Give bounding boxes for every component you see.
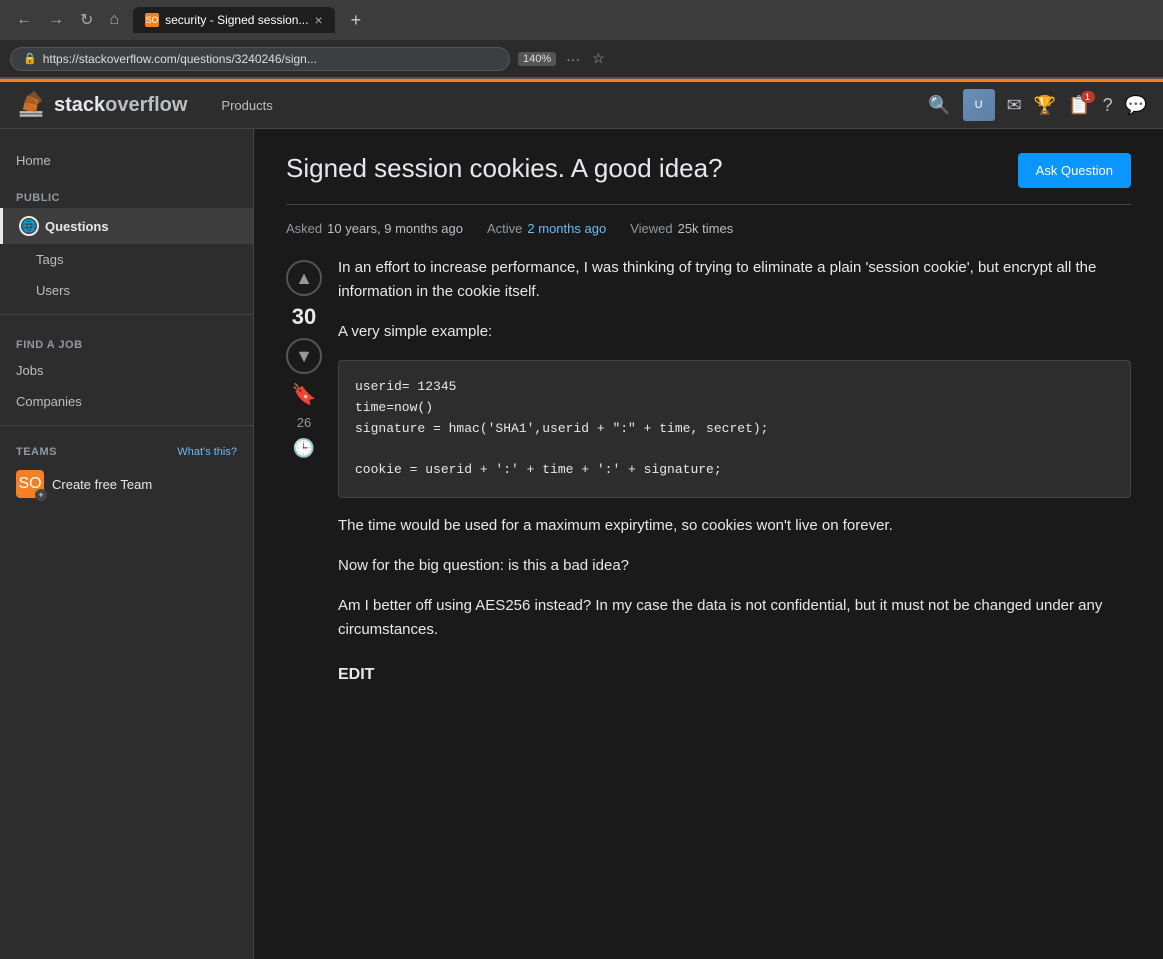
companies-label: Companies xyxy=(16,394,82,409)
inbox-icon[interactable]: ✉ xyxy=(1007,95,1022,116)
sidebar-item-companies[interactable]: Companies xyxy=(0,386,253,417)
question-meta: Asked 10 years, 9 months ago Active 2 mo… xyxy=(286,221,1131,236)
meta-asked: Asked 10 years, 9 months ago xyxy=(286,221,463,236)
viewed-label: Viewed xyxy=(630,221,672,236)
vote-controls: ▲ 30 ▼ 🔖 26 🕒 xyxy=(286,256,322,704)
so-header: stackoverflow Products 🔍 U ✉ 🏆 📋 1 ? 💬 xyxy=(0,79,1163,129)
forward-button[interactable]: → xyxy=(42,7,70,33)
body-paragraph-4: Now for the big question: is this a bad … xyxy=(338,554,1131,578)
address-text: https://stackoverflow.com/questions/3240… xyxy=(43,52,497,66)
create-team-text: Create free Team xyxy=(52,477,152,492)
public-section-label: PUBLIC xyxy=(0,176,253,208)
refresh-button[interactable]: ↻ xyxy=(74,6,99,34)
tags-label: Tags xyxy=(36,252,63,267)
tab-favicon: SO xyxy=(145,13,159,27)
browser-chrome: ← → ↻ ⌂ SO security - Signed session... … xyxy=(0,0,1163,79)
sidebar-item-questions[interactable]: 🌐 Questions xyxy=(0,208,253,244)
help-icon[interactable]: ? xyxy=(1103,95,1113,116)
active-value: 2 months ago xyxy=(527,221,606,236)
so-header-actions: 🔍 U ✉ 🏆 📋 1 ? 💬 xyxy=(928,89,1147,121)
active-label: Active xyxy=(487,221,522,236)
question-content: In an effort to increase performance, I … xyxy=(338,256,1131,704)
create-team-button[interactable]: SO + Create free Team xyxy=(16,466,152,502)
ask-question-button[interactable]: Ask Question xyxy=(1018,153,1131,188)
zoom-level: 140% xyxy=(518,52,556,66)
vote-count: 30 xyxy=(292,304,316,330)
address-bar[interactable]: 🔒 https://stackoverflow.com/questions/32… xyxy=(10,47,510,71)
toolbar-icons: ··· ☆ xyxy=(564,48,607,69)
security-icon: 🔒 xyxy=(23,52,37,65)
question-body: ▲ 30 ▼ 🔖 26 🕒 In an effort to increase p… xyxy=(286,256,1131,704)
questions-label: Questions xyxy=(45,219,109,234)
browser-titlebar: ← → ↻ ⌂ SO security - Signed session... … xyxy=(0,0,1163,40)
so-sidebar: Home PUBLIC 🌐 Questions Tags Users FIND … xyxy=(0,129,254,959)
sidebar-divider-2 xyxy=(0,425,253,426)
create-team-badge: + xyxy=(35,489,47,501)
bookmark-count: 26 xyxy=(297,415,311,430)
achievements-icon[interactable]: 🏆 xyxy=(1034,95,1056,116)
sidebar-item-tags[interactable]: Tags xyxy=(0,244,253,275)
review-icon[interactable]: 📋 1 xyxy=(1068,95,1090,116)
nav-buttons: ← → ↻ ⌂ xyxy=(10,6,125,34)
teams-section: TEAMS What's this? SO + Create free Team xyxy=(0,434,253,514)
meta-active: Active 2 months ago xyxy=(487,221,606,236)
sidebar-item-home[interactable]: Home xyxy=(0,145,253,176)
so-nav: Products xyxy=(203,90,912,121)
find-job-label: FIND A JOB xyxy=(0,323,253,355)
body-paragraph-5: Am I better off using AES256 instead? In… xyxy=(338,594,1131,642)
tab-close-button[interactable]: × xyxy=(314,12,322,28)
question-title: Signed session cookies. A good idea? xyxy=(286,153,1018,184)
code-block: userid= 12345 time=now() signature = hma… xyxy=(338,360,1131,498)
so-main-content: Signed session cookies. A good idea? Ask… xyxy=(254,129,1163,959)
bookmark-button[interactable]: 🔖 xyxy=(292,382,317,407)
so-body: Home PUBLIC 🌐 Questions Tags Users FIND … xyxy=(0,129,1163,959)
body-paragraph-1: In an effort to increase performance, I … xyxy=(338,256,1131,304)
whats-this-link[interactable]: What's this? xyxy=(177,446,237,458)
sidebar-item-users[interactable]: Users xyxy=(0,275,253,306)
so-logo[interactable]: stackoverflow xyxy=(16,90,187,120)
globe-icon: 🌐 xyxy=(19,216,39,236)
chat-icon[interactable]: 💬 xyxy=(1125,95,1147,116)
body-paragraph-2: A very simple example: xyxy=(338,320,1131,344)
sidebar-item-jobs[interactable]: Jobs xyxy=(0,355,253,386)
users-label: Users xyxy=(36,283,70,298)
new-tab-button[interactable]: + xyxy=(343,8,370,33)
downvote-button[interactable]: ▼ xyxy=(286,338,322,374)
upvote-button[interactable]: ▲ xyxy=(286,260,322,296)
edit-label: EDIT xyxy=(338,662,1131,688)
home-label: Home xyxy=(16,153,51,168)
tab-title: security - Signed session... xyxy=(165,13,308,27)
create-team-icon: SO + xyxy=(16,470,44,498)
teams-header: TEAMS What's this? xyxy=(16,446,237,458)
so-logo-text: stackoverflow xyxy=(54,94,187,117)
asked-value: 10 years, 9 months ago xyxy=(327,221,463,236)
so-app: stackoverflow Products 🔍 U ✉ 🏆 📋 1 ? 💬 H xyxy=(0,79,1163,959)
bookmark-toolbar-icon[interactable]: ☆ xyxy=(590,48,607,69)
question-text: In an effort to increase performance, I … xyxy=(338,256,1131,688)
question-header: Signed session cookies. A good idea? Ask… xyxy=(286,153,1131,205)
history-button[interactable]: 🕒 xyxy=(293,438,315,459)
meta-viewed: Viewed 25k times xyxy=(630,221,733,236)
browser-tab-active[interactable]: SO security - Signed session... × xyxy=(133,7,335,33)
viewed-value: 25k times xyxy=(678,221,734,236)
back-button[interactable]: ← xyxy=(10,7,38,33)
sidebar-divider xyxy=(0,314,253,315)
browser-toolbar: 🔒 https://stackoverflow.com/questions/32… xyxy=(0,40,1163,78)
products-nav-item[interactable]: Products xyxy=(211,90,282,121)
review-badge: 1 xyxy=(1081,91,1095,103)
body-paragraph-3: The time would be used for a maximum exp… xyxy=(338,514,1131,538)
home-button[interactable]: ⌂ xyxy=(103,7,125,33)
search-icon[interactable]: 🔍 xyxy=(928,95,950,116)
more-button[interactable]: ··· xyxy=(564,49,582,69)
teams-label: TEAMS xyxy=(16,446,57,458)
user-avatar[interactable]: U xyxy=(963,89,995,121)
jobs-label: Jobs xyxy=(16,363,43,378)
asked-label: Asked xyxy=(286,221,322,236)
